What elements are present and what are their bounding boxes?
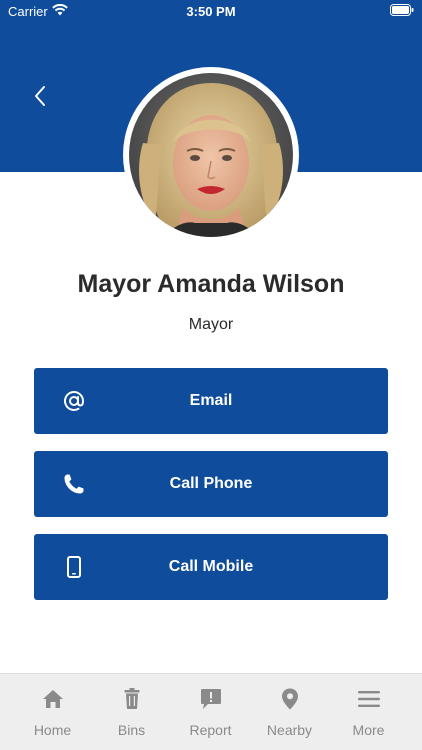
avatar-frame [123,67,299,243]
tab-report-label: Report [189,722,232,738]
call-phone-button[interactable]: Call Phone [34,451,388,517]
tab-more-label: More [352,722,385,738]
back-button[interactable] [28,84,52,108]
tab-nearby[interactable]: Nearby [250,674,329,750]
battery-icon [390,4,414,16]
tab-bins[interactable]: Bins [92,674,171,750]
report-icon [171,687,250,711]
tab-bar: Home Bins Report Nearby More [0,673,422,750]
call-phone-button-label: Call Phone [169,475,253,492]
chevron-left-icon [35,86,45,106]
call-mobile-button-label: Call Mobile [168,558,254,575]
contact-title: Mayor [188,316,234,333]
status-bar: Carrier 3:50 PM [0,0,422,22]
email-button-label: Email [189,392,233,409]
avatar [129,73,293,237]
call-mobile-button[interactable]: Call Mobile [34,534,388,600]
tab-nearby-label: Nearby [266,722,313,738]
home-icon [13,687,92,711]
contact-name: Mayor Amanda Wilson [77,270,345,298]
location-pin-icon [250,687,329,711]
tab-home-label: Home [33,722,72,738]
bin-icon [92,687,171,711]
email-button[interactable]: Email [34,368,388,434]
tab-report[interactable]: Report [171,674,250,750]
avatar-photo [129,73,293,237]
tab-home[interactable]: Home [13,674,92,750]
status-time: 3:50 PM [186,4,236,19]
tab-bins-label: Bins [117,722,146,738]
tab-more[interactable]: More [329,674,408,750]
menu-icon [329,687,408,711]
